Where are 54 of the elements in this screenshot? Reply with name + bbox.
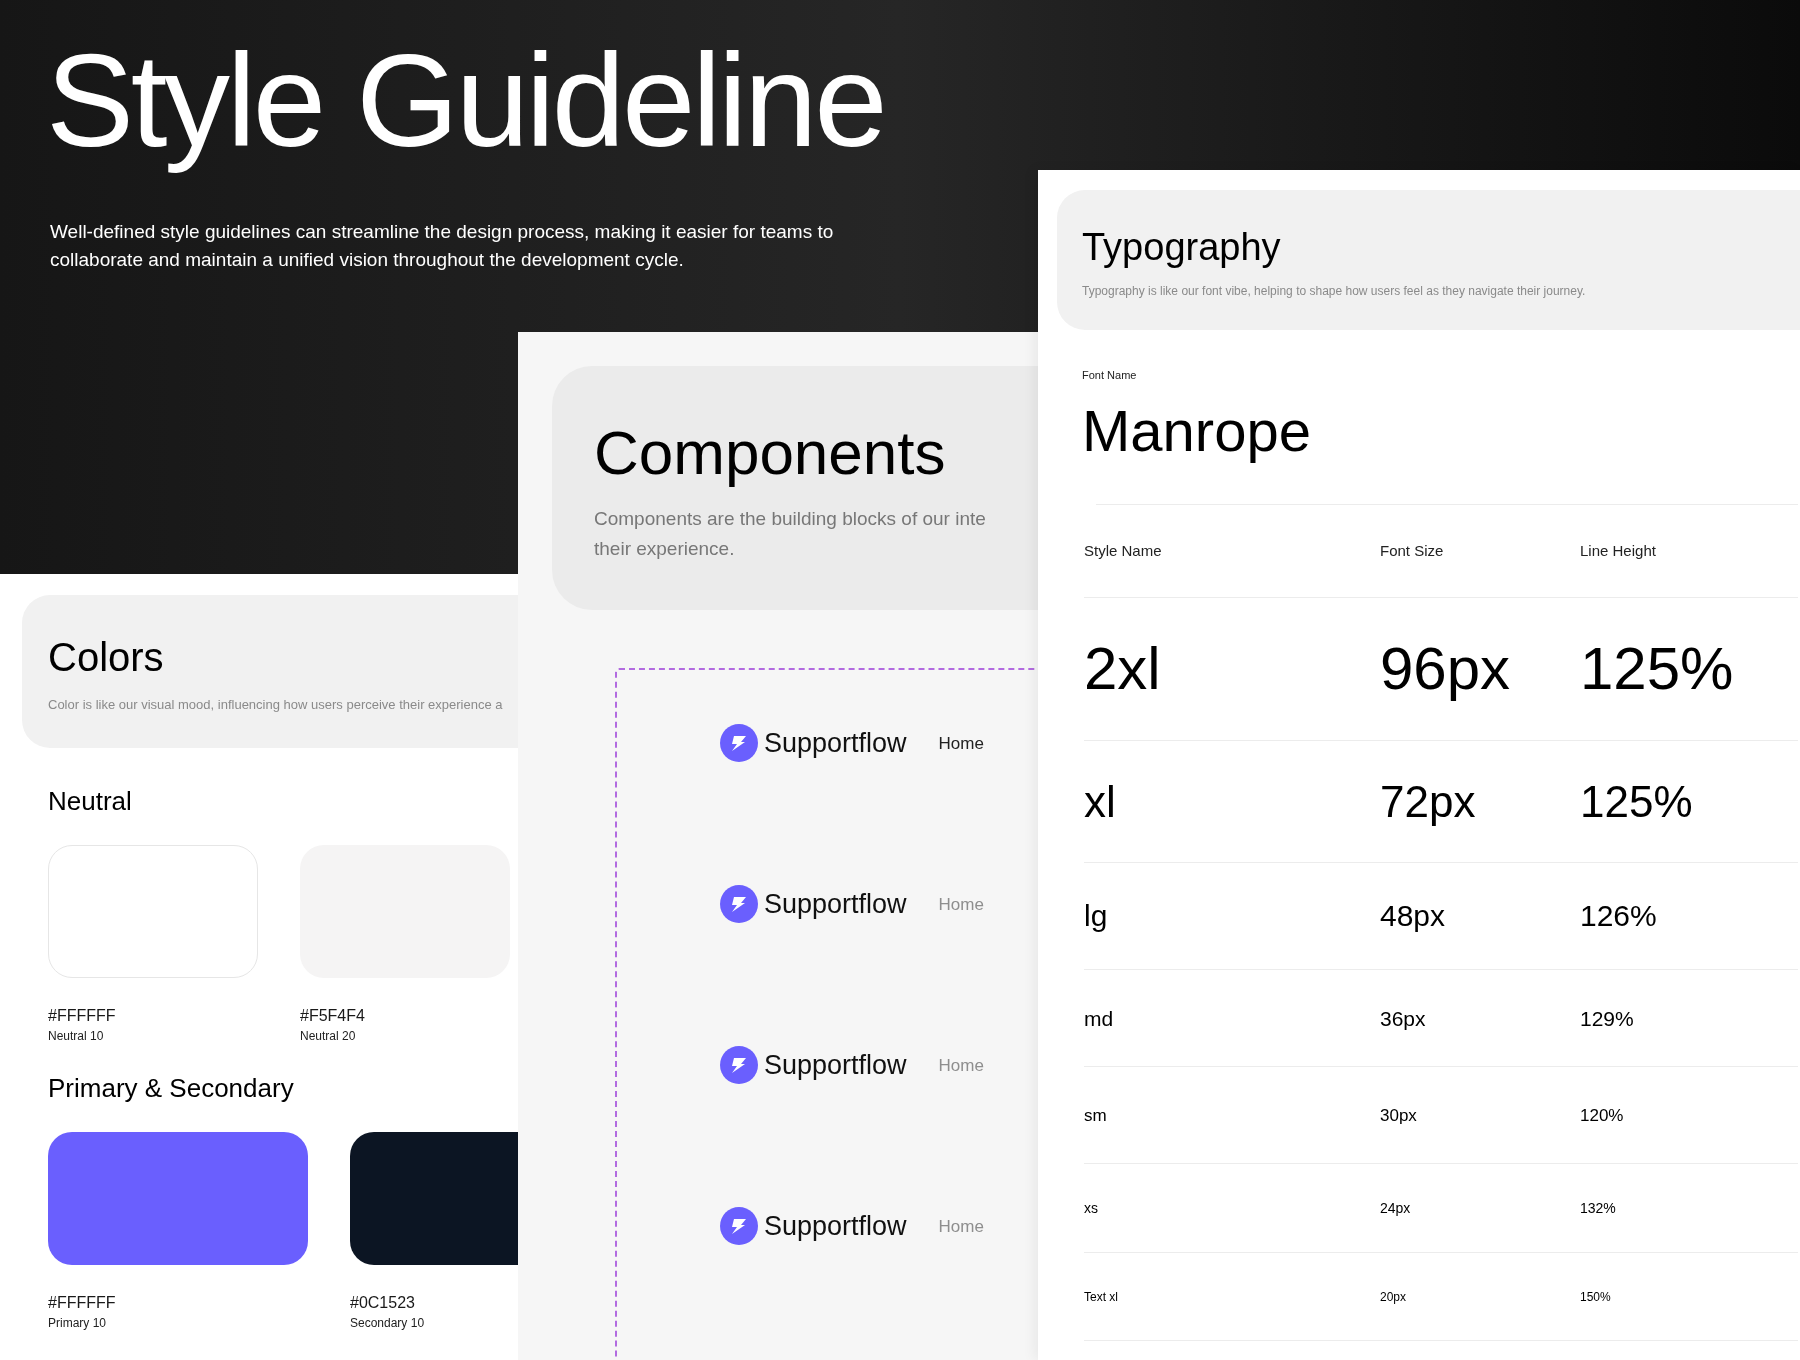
table-cell-text: 2xl bbox=[1084, 639, 1162, 699]
logo-icon bbox=[720, 1046, 758, 1084]
color-name: Secondary 10 bbox=[350, 1317, 425, 1329]
column-header: Line Height bbox=[1580, 540, 1657, 561]
hex-code: #FFFFFF bbox=[48, 1295, 116, 1311]
section-title: Colors bbox=[48, 637, 164, 677]
table-cell-text: 36px bbox=[1380, 1007, 1427, 1029]
brand-name: Supportflow bbox=[764, 1212, 907, 1240]
group-title: Primary & Secondary bbox=[48, 1075, 294, 1101]
hex-code: #F5F4F4 bbox=[300, 1008, 365, 1024]
nav-link[interactable]: Home bbox=[938, 1056, 984, 1074]
logo-icon bbox=[720, 1207, 758, 1245]
table-cell-text: 20px bbox=[1380, 1290, 1408, 1303]
color-name: Primary 10 bbox=[48, 1317, 106, 1329]
section-description: Color is like our visual mood, influencing how users perceive their experience a bbox=[48, 696, 503, 714]
table-cell-text: md bbox=[1084, 1007, 1115, 1029]
table-cell-text: 30px bbox=[1380, 1106, 1418, 1124]
group-title: Neutral bbox=[48, 788, 132, 814]
table-cell-text: 72px bbox=[1380, 779, 1477, 824]
section-title: Typography bbox=[1082, 228, 1281, 266]
column-header: Style Name bbox=[1084, 540, 1163, 561]
table-cell-text: 129% bbox=[1580, 1007, 1635, 1029]
table-cell-text: 24px bbox=[1380, 1201, 1412, 1215]
section-description: Typography is like our font vibe, helping to shape how users feel as they navigate their journey. bbox=[1082, 283, 1586, 300]
table-cell-text: 120% bbox=[1580, 1106, 1625, 1124]
column-header: Font Size bbox=[1380, 540, 1445, 561]
hex-code: #FFFFFF bbox=[48, 1008, 116, 1024]
logo-icon bbox=[720, 724, 758, 762]
table-cell-text: 150% bbox=[1580, 1290, 1612, 1303]
nav-link[interactable]: Home bbox=[938, 895, 984, 913]
table-cell-text: 125% bbox=[1580, 779, 1694, 824]
table-cell-text: 96px bbox=[1380, 639, 1512, 699]
brand-name: Supportflow bbox=[764, 1051, 907, 1079]
brand-name: Supportflow bbox=[764, 890, 907, 918]
color-name: Neutral 10 bbox=[48, 1030, 104, 1042]
logo-icon bbox=[720, 885, 758, 923]
section-description: Components are the building blocks of our inte their experience. bbox=[594, 507, 986, 561]
table-cell-text: lg bbox=[1084, 901, 1109, 931]
page-title: Style Guideline bbox=[46, 26, 885, 176]
table-cell-text: 125% bbox=[1580, 639, 1735, 699]
table-cell-text: 48px bbox=[1380, 901, 1447, 931]
nav-link[interactable]: Home bbox=[938, 1217, 984, 1235]
font-label: Font Name bbox=[1082, 368, 1137, 383]
brand-name: Supportflow bbox=[764, 729, 907, 757]
table-cell-text: Text xl bbox=[1084, 1290, 1119, 1303]
table-cell-text: 126% bbox=[1580, 901, 1658, 931]
table-cell-text: xl bbox=[1084, 779, 1117, 824]
table-cell-text: xs bbox=[1084, 1201, 1099, 1215]
hero-description: Well-defined style guidelines can streamline the design process, making it easier for teams to collaborate and maintain a unified vision throughout the development cycle. bbox=[50, 220, 835, 272]
nav-link[interactable]: Home bbox=[938, 734, 984, 752]
table-cell-text: 132% bbox=[1580, 1201, 1617, 1215]
table-cell-text: sm bbox=[1084, 1106, 1108, 1124]
color-name: Neutral 20 bbox=[300, 1030, 356, 1042]
hex-code: #0C1523 bbox=[350, 1295, 415, 1311]
